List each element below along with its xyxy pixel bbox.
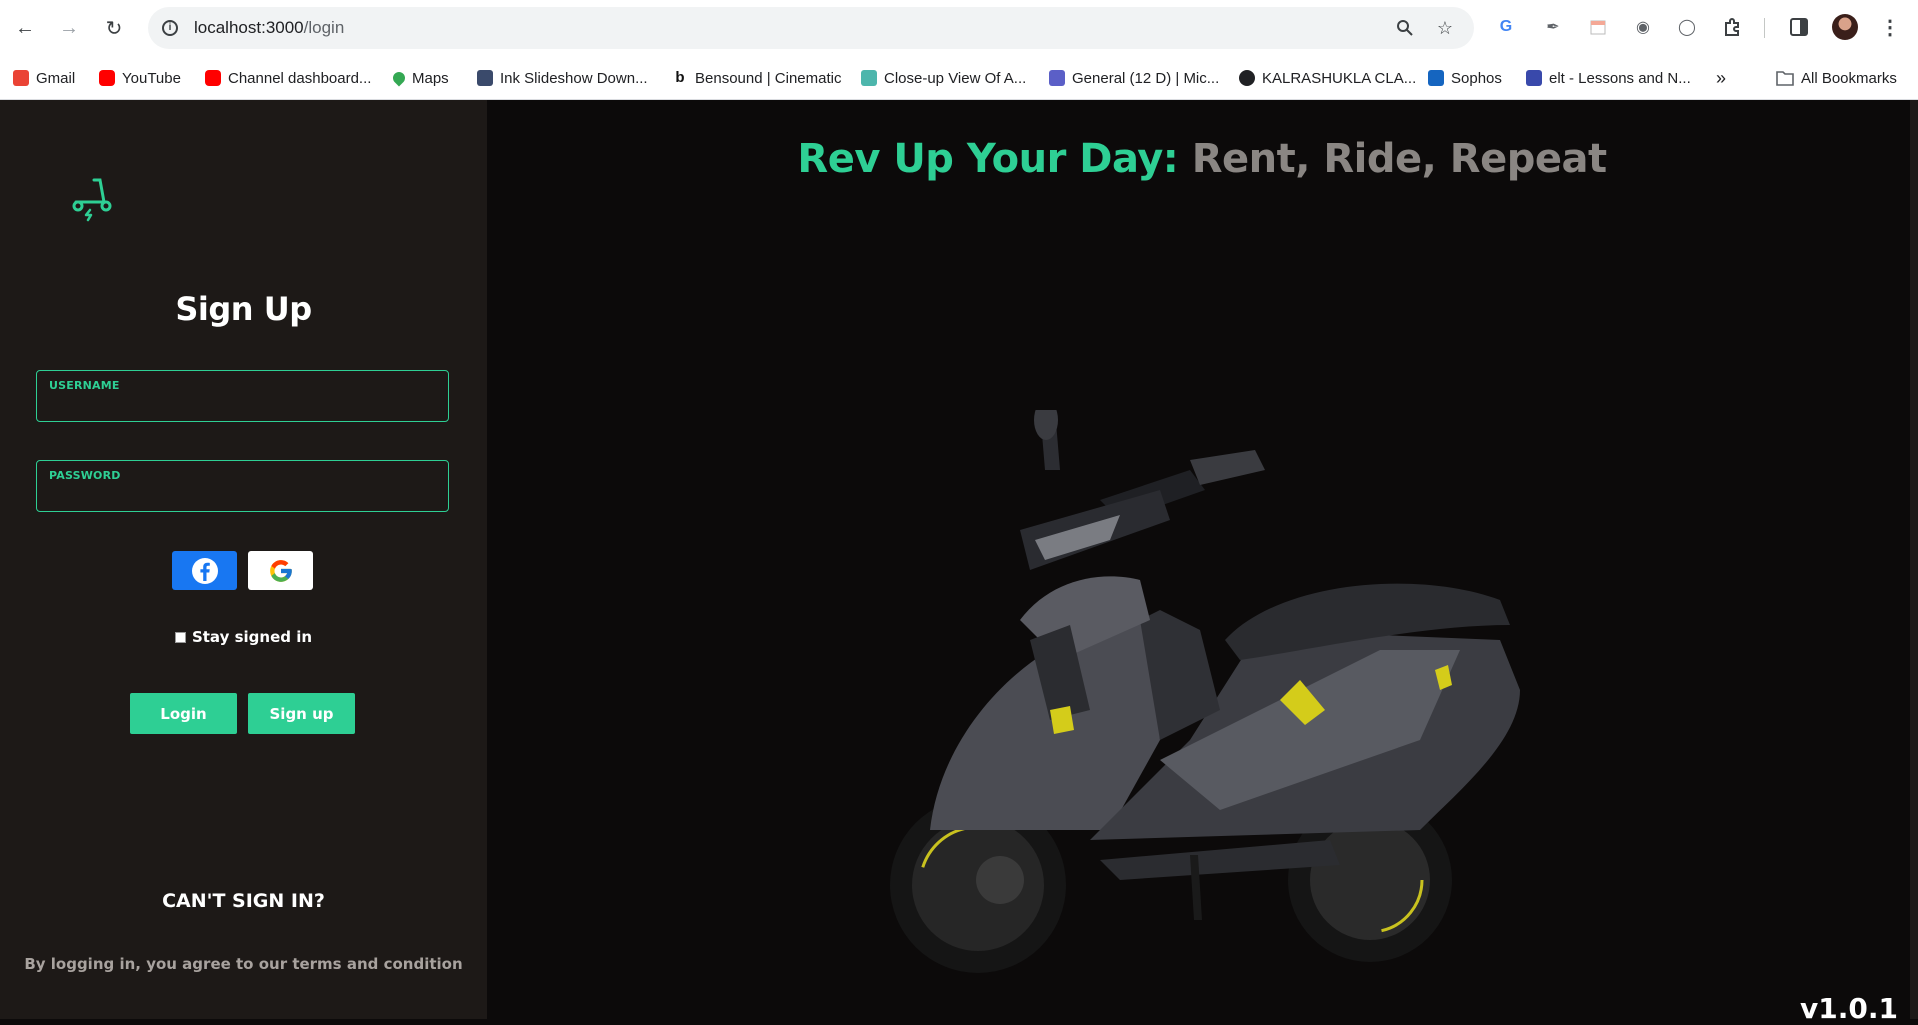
bookmark-kalrashukla[interactable]: KALRASHUKLA CLA... <box>1239 67 1416 89</box>
url-path: /login <box>303 18 345 37</box>
bookmark-channel-dashboard[interactable]: Channel dashboard... <box>205 67 371 89</box>
more-bookmarks-label: » <box>1716 67 1727 88</box>
bookmark-teams-general[interactable]: General (12 D) | Mic... <box>1049 67 1219 89</box>
page-scrollbar[interactable] <box>1910 100 1918 1019</box>
bookmark-label: Close-up View Of A... <box>884 69 1027 87</box>
address-bar[interactable]: i localhost:3000/login ☆ <box>148 7 1474 49</box>
signup-sidebar: Sign Up USERNAME PASSWORD Stay signed in… <box>0 100 487 1019</box>
browser-toolbar: ← → ↻ i localhost:3000/login ☆ G ✒ ◉ ◯ ⋮ <box>0 0 1918 56</box>
headline-accent: Rev Up Your Day: <box>797 136 1179 182</box>
back-icon[interactable]: ← <box>9 12 41 44</box>
more-bookmarks-chevron-icon[interactable]: » <box>1716 67 1726 89</box>
calendar-extension-icon[interactable] <box>1586 15 1610 39</box>
camera-extension-icon[interactable]: ◉ <box>1631 15 1655 39</box>
bookmark-label: General (12 D) | Mic... <box>1072 69 1220 87</box>
bookmark-sophos[interactable]: Sophos <box>1428 67 1502 89</box>
bookmark-label: Ink Slideshow Down... <box>500 69 648 87</box>
scooter-logo-icon <box>72 178 112 222</box>
bookmark-label: Bensound | Cinematic <box>695 69 842 87</box>
elt-lessons-icon <box>1526 70 1542 86</box>
reload-icon[interactable]: ↻ <box>98 12 130 44</box>
bookmark-close-up-view[interactable]: Close-up View Of A... <box>861 67 1026 89</box>
login-button[interactable]: Login <box>130 693 237 734</box>
bookmark-label: Channel dashboard... <box>228 69 372 87</box>
maps-pin-icon <box>390 69 408 87</box>
signup-button[interactable]: Sign up <box>248 693 355 734</box>
bookmark-maps[interactable]: Maps <box>390 67 449 89</box>
bookmark-elt-lessons[interactable]: elt - Lessons and N... <box>1526 67 1691 89</box>
username-label: USERNAME <box>49 379 120 392</box>
bookmark-youtube[interactable]: YouTube <box>99 67 181 89</box>
facebook-icon <box>191 557 218 584</box>
app-page: Sign Up USERNAME PASSWORD Stay signed in… <box>0 100 1918 1025</box>
all-bookmarks-folder[interactable]: All Bookmarks <box>1776 67 1897 89</box>
folder-icon <box>1776 71 1794 86</box>
terms-text: By logging in, you agree to our terms an… <box>24 955 463 973</box>
bookmark-bensound[interactable]: b Bensound | Cinematic <box>672 67 841 89</box>
translate-extension-icon[interactable]: G <box>1494 15 1518 39</box>
google-login-button[interactable] <box>248 551 313 590</box>
stay-signed-in-checkbox[interactable] <box>174 631 186 643</box>
username-field[interactable]: USERNAME <box>36 370 449 422</box>
password-label: PASSWORD <box>49 469 121 482</box>
password-field[interactable]: PASSWORD <box>36 460 449 512</box>
profile-avatar[interactable] <box>1832 14 1858 40</box>
zoom-icon[interactable] <box>1394 17 1416 39</box>
page-title: Sign Up <box>175 290 312 328</box>
facebook-login-button[interactable] <box>172 551 237 590</box>
headline-rest: Rent, Ride, Repeat <box>1191 136 1607 182</box>
bookmark-ink-slideshow[interactable]: Ink Slideshow Down... <box>477 67 648 89</box>
cant-sign-in-link[interactable]: CAN'T SIGN IN? <box>0 890 487 912</box>
brush-extension-icon[interactable]: ✒ <box>1541 15 1565 39</box>
url-host: localhost:3000 <box>194 18 304 37</box>
bookmark-label: elt - Lessons and N... <box>1549 69 1691 87</box>
bookmark-label: YouTube <box>122 69 181 87</box>
bookmark-label: Gmail <box>36 69 76 87</box>
bookmark-gmail[interactable]: Gmail <box>13 67 75 89</box>
password-input[interactable] <box>49 485 435 507</box>
hero-headline: Rev Up Your Day: Rent, Ride, Repeat <box>487 136 1917 182</box>
bookmark-star-icon[interactable]: ☆ <box>1434 17 1456 39</box>
username-input[interactable] <box>49 395 435 417</box>
bookmarks-bar: Gmail YouTube Channel dashboard... Maps … <box>0 56 1918 100</box>
mouse-extension-icon[interactable]: ◯ <box>1675 15 1699 39</box>
extensions-puzzle-icon[interactable] <box>1721 15 1745 39</box>
version-label: v1.0.1 <box>1800 992 1898 1025</box>
globe-icon <box>1239 70 1255 86</box>
toolbar-divider <box>1764 18 1765 38</box>
youtube-icon <box>99 70 115 86</box>
side-panel-icon[interactable] <box>1787 15 1811 39</box>
menu-kebab-icon[interactable]: ⋮ <box>1878 15 1902 39</box>
site-info-icon[interactable]: i <box>158 16 182 40</box>
bookmark-label: Maps <box>412 69 449 87</box>
scooter-image <box>890 410 1520 973</box>
forward-icon[interactable]: → <box>53 12 85 44</box>
bookmark-label: Sophos <box>1451 69 1502 87</box>
stay-signed-in-label: Stay signed in <box>191 628 313 646</box>
stay-signed-in-row[interactable]: Stay signed in <box>0 628 487 646</box>
close-up-view-icon <box>861 70 877 86</box>
bensound-icon: b <box>672 70 688 86</box>
gmail-icon <box>13 70 29 86</box>
all-bookmarks-label: All Bookmarks <box>1801 69 1897 87</box>
google-icon <box>269 559 292 582</box>
youtube-studio-icon <box>205 70 221 86</box>
url-text: localhost:3000/login <box>194 18 344 38</box>
teams-icon <box>1049 70 1065 86</box>
bookmark-label: KALRASHUKLA CLA... <box>1262 69 1417 87</box>
ink-slideshow-icon <box>477 70 493 86</box>
sophos-icon <box>1428 70 1444 86</box>
